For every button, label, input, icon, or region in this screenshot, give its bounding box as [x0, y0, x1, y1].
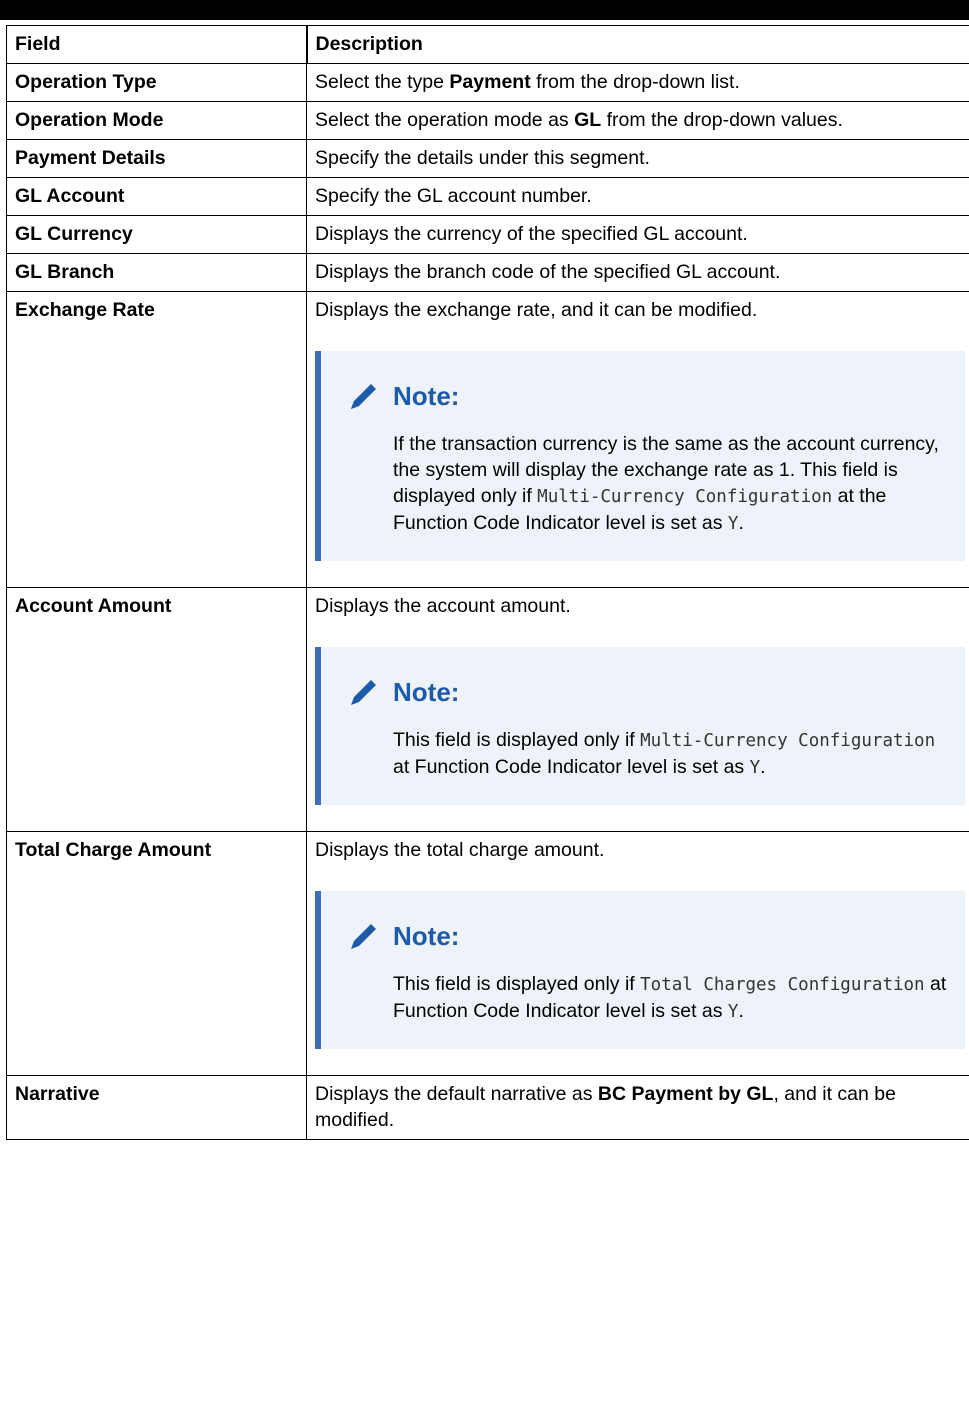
note-code: Multi-Currency Configuration — [640, 731, 936, 751]
note-text: . — [760, 756, 766, 778]
note-title-text: Note: — [393, 677, 460, 707]
table-row: Payment Details Specify the details unde… — [6, 139, 969, 178]
note-text: This field is displayed only if — [393, 729, 641, 751]
top-rule — [0, 0, 969, 20]
field-name: Operation Mode — [6, 101, 307, 140]
pencil-icon — [351, 384, 376, 409]
note-title: Note: — [347, 379, 953, 413]
desc-text: Displays the exchange rate, and it can b… — [315, 299, 758, 321]
note-title: Note: — [347, 675, 953, 709]
field-name: Narrative — [6, 1075, 307, 1140]
table-row: Total Charge Amount Displays the total c… — [6, 831, 969, 1076]
desc-text: Displays the default narrative as — [315, 1083, 598, 1105]
field-name: Account Amount — [6, 587, 307, 832]
field-name: Payment Details — [6, 139, 307, 178]
field-description: Displays the currency of the specified G… — [306, 215, 969, 254]
note-text: . — [738, 512, 744, 534]
table-row: GL Branch Displays the branch code of th… — [6, 253, 969, 292]
note-code: Multi-Currency Configuration — [537, 487, 833, 507]
note-code: Y — [727, 1002, 739, 1022]
table-row: Account Amount Displays the account amou… — [6, 587, 969, 832]
field-description: Specify the details under this segment. — [306, 139, 969, 178]
note-body: This field is displayed only if Total Ch… — [393, 971, 953, 1025]
note-box: Note: This field is displayed only if Mu… — [315, 647, 965, 805]
note-text: at Function Code Indicator level is set … — [393, 756, 750, 778]
field-description: Select the operation mode as GL from the… — [306, 101, 969, 140]
field-description: Select the type Payment from the drop-do… — [306, 63, 969, 102]
field-description: Displays the total charge amount. Note: … — [306, 831, 969, 1076]
table-header-row: Field Description — [6, 25, 969, 64]
field-name: GL Branch — [6, 253, 307, 292]
desc-text: Displays the total charge amount. — [315, 839, 605, 861]
field-description: Displays the default narrative as BC Pay… — [306, 1075, 969, 1140]
table-row: GL Currency Displays the currency of the… — [6, 215, 969, 254]
note-text: This field is displayed only if — [393, 973, 641, 995]
field-description: Displays the branch code of the specifie… — [306, 253, 969, 292]
table-row: Exchange Rate Displays the exchange rate… — [6, 291, 969, 588]
note-code: Total Charges Configuration — [640, 975, 925, 995]
header-description: Description — [306, 25, 969, 64]
table-row: Operation Mode Select the operation mode… — [6, 101, 969, 140]
desc-text: from the drop-down list. — [530, 71, 740, 93]
pencil-icon — [351, 924, 376, 949]
table-row: Operation Type Select the type Payment f… — [6, 63, 969, 102]
note-title-text: Note: — [393, 921, 460, 951]
desc-text: from the drop-down values. — [601, 109, 843, 131]
field-name: Total Charge Amount — [6, 831, 307, 1076]
note-code: Y — [749, 758, 761, 778]
table-row: GL Account Specify the GL account number… — [6, 177, 969, 216]
note-body: This field is displayed only if Multi-Cu… — [393, 727, 953, 781]
pencil-icon — [351, 680, 376, 705]
desc-bold: Payment — [449, 71, 531, 93]
note-code: Y — [727, 514, 739, 534]
table-row: Narrative Displays the default narrative… — [6, 1075, 969, 1140]
desc-bold: BC Payment by GL — [597, 1083, 774, 1105]
note-body: If the transaction currency is the same … — [393, 431, 953, 537]
field-description-table: Field Description Operation Type Select … — [6, 25, 969, 1140]
note-title: Note: — [347, 919, 953, 953]
desc-bold: GL — [574, 109, 602, 131]
field-name: GL Account — [6, 177, 307, 216]
note-text: . — [738, 1000, 744, 1022]
field-name: Exchange Rate — [6, 291, 307, 588]
field-description: Displays the account amount. Note: This … — [306, 587, 969, 832]
note-box: Note: If the transaction currency is the… — [315, 351, 965, 561]
field-description: Displays the exchange rate, and it can b… — [306, 291, 969, 588]
desc-text: Select the operation mode as — [315, 109, 575, 131]
desc-text: Displays the account amount. — [315, 595, 571, 617]
field-description: Specify the GL account number. — [306, 177, 969, 216]
desc-text: Select the type — [315, 71, 450, 93]
field-name: GL Currency — [6, 215, 307, 254]
note-title-text: Note: — [393, 381, 460, 411]
field-name: Operation Type — [6, 63, 307, 102]
note-box: Note: This field is displayed only if To… — [315, 891, 965, 1049]
header-field: Field — [6, 25, 308, 64]
